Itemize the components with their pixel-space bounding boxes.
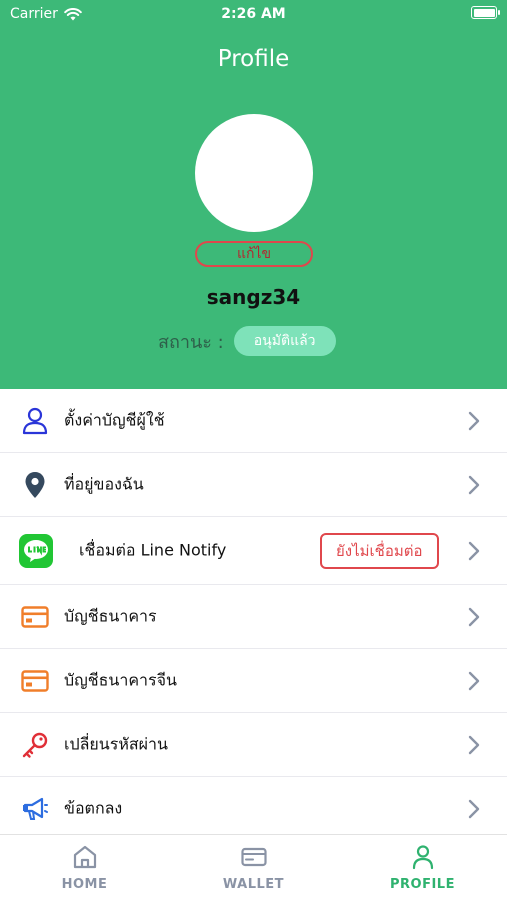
menu-item-change-password[interactable]: เปลี่ยนรหัสผ่าน — [0, 713, 507, 777]
menu-item-label: บัญชีธนาคารจีน — [64, 670, 177, 689]
credit-card-icon — [20, 602, 50, 632]
user-icon — [20, 406, 50, 436]
status-badge: อนุมัติแล้ว — [233, 326, 336, 356]
menu-item-label: เชื่อมต่อ Line Notify — [79, 540, 227, 559]
menu-item-china-bank-account[interactable]: บัญชีธนาคารจีน — [0, 649, 507, 713]
line-app-icon — [19, 533, 53, 568]
battery-icon — [471, 6, 500, 19]
home-icon — [73, 845, 96, 869]
status-bar: Carrier 2:26 AM — [0, 0, 507, 30]
status-label: สถานะ : — [158, 331, 224, 353]
tab-label: WALLET — [222, 877, 285, 892]
tab-label: HOME — [61, 877, 108, 892]
wallet-icon — [240, 847, 267, 867]
chevron-right-icon — [468, 799, 480, 818]
page-title: Profile — [217, 46, 290, 72]
tab-home[interactable]: HOME — [0, 835, 169, 900]
avatar[interactable] — [195, 114, 313, 232]
menu-item-bank-account[interactable]: บัญชีธนาคาร — [0, 585, 507, 649]
username: sangz34 — [206, 285, 301, 309]
location-pin-icon — [20, 470, 50, 500]
menu-item-my-address[interactable]: ที่อยู่ของฉัน — [0, 453, 507, 517]
credit-card-icon — [20, 666, 50, 696]
profile-icon — [412, 845, 433, 870]
megaphone-icon — [20, 794, 50, 824]
menu-item-line-notify[interactable]: เชื่อมต่อ Line Notify ยังไม่เชื่อมต่อ — [0, 517, 507, 585]
profile-header: Carrier 2:26 AM Profile แก้ไข sangz34 สถ… — [0, 0, 507, 389]
chevron-right-icon — [468, 607, 480, 626]
tab-label: PROFILE — [390, 877, 455, 892]
chevron-right-icon — [468, 541, 480, 560]
profile-menu: ตั้งค่าบัญชีผู้ใช้ ที่อยู่ของฉัน เชื่อมต… — [0, 389, 507, 841]
menu-item-label: ตั้งค่าบัญชีผู้ใช้ — [64, 410, 165, 429]
account-status: สถานะ : อนุมัติแล้ว — [158, 326, 336, 356]
key-icon — [20, 730, 50, 760]
menu-item-label: ข้อตกลง — [64, 798, 123, 817]
tab-profile[interactable]: PROFILE — [338, 835, 507, 900]
chevron-right-icon — [468, 475, 480, 494]
menu-item-label: บัญชีธนาคาร — [64, 606, 157, 625]
bottom-tab-bar: HOME WALLET PROFILE — [0, 834, 507, 900]
chevron-right-icon — [468, 411, 480, 430]
chevron-right-icon — [468, 671, 480, 690]
menu-item-account-settings[interactable]: ตั้งค่าบัญชีผู้ใช้ — [0, 389, 507, 453]
menu-item-label: ที่อยู่ของฉัน — [64, 474, 144, 493]
tab-wallet[interactable]: WALLET — [169, 835, 338, 900]
chevron-right-icon — [468, 735, 480, 754]
edit-profile-button[interactable]: แก้ไข — [195, 241, 313, 267]
menu-item-terms[interactable]: ข้อตกลง — [0, 777, 507, 841]
clock: 2:26 AM — [221, 6, 286, 22]
line-notify-status-badge: ยังไม่เชื่อมต่อ — [320, 532, 439, 569]
menu-item-label: เปลี่ยนรหัสผ่าน — [64, 734, 168, 753]
